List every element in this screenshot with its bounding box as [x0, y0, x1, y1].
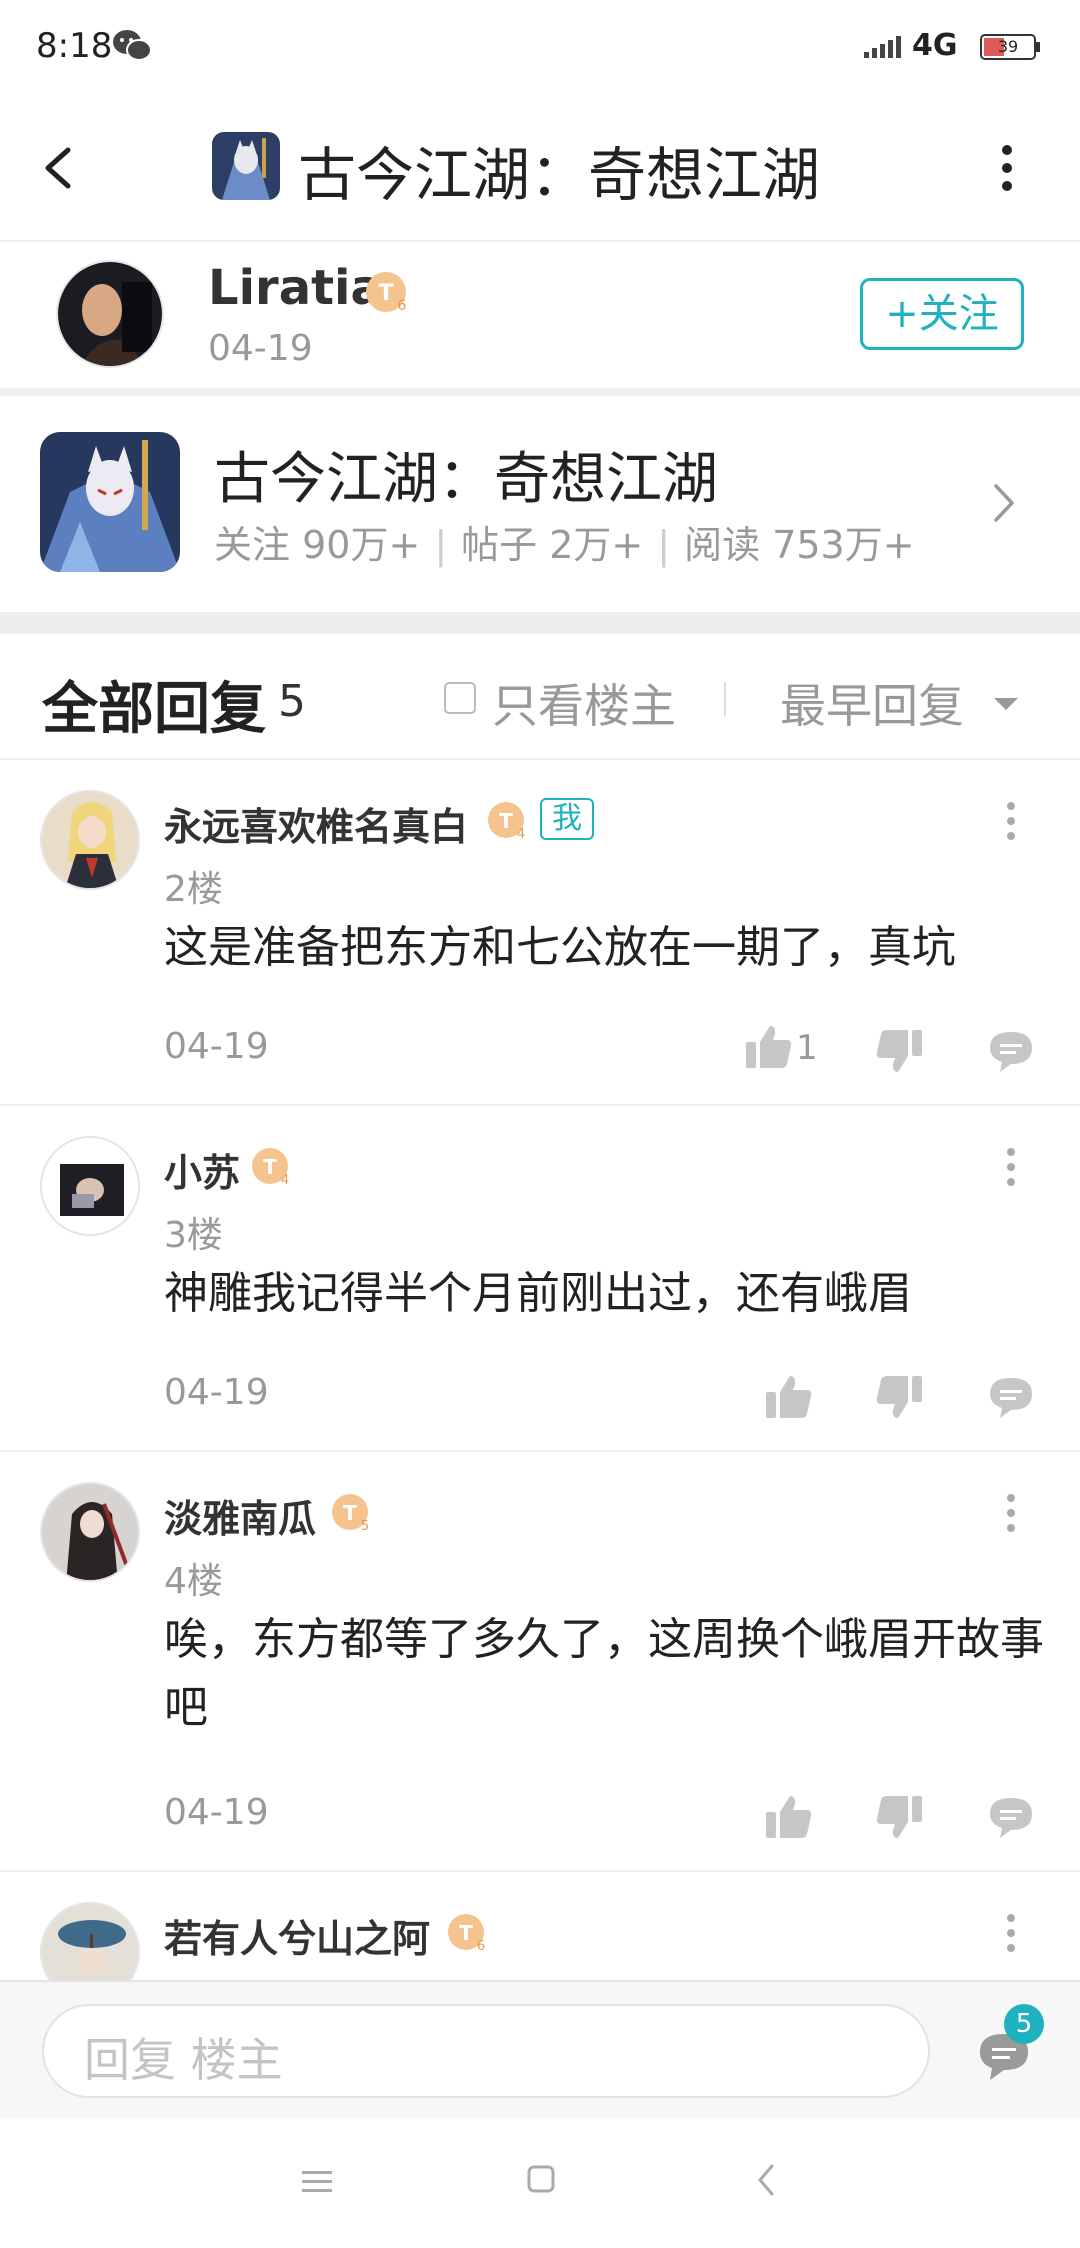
replies-header: 全部回复 5 只看楼主 最早回复 [0, 634, 1080, 760]
back-arrow-icon[interactable] [36, 138, 86, 198]
thumbs-down-icon[interactable] [874, 1794, 924, 1840]
forum-name: 古今江湖：奇想江湖 [214, 447, 718, 512]
follow-button[interactable]: +关注 [860, 278, 1024, 350]
reply-content: 唉，东方都等了多久了，这周换个峨眉开故事吧 [164, 1614, 1044, 1733]
level-badge-icon: T 6 [448, 1914, 485, 1954]
reply-username[interactable]: 若有人兮山之阿 [164, 1908, 430, 1963]
post-author-row: Liratia T 6 04-19 +关注 [0, 242, 1080, 388]
forum-posts-value: 2万+ [549, 523, 644, 567]
reply-item: 小苏 T 4 3楼 神雕我记得半个月前刚出过，还有峨眉 04-19 [0, 1106, 1080, 1452]
status-bar: 8:18 4G 39 [0, 0, 1080, 94]
svg-text:T: T [343, 1501, 357, 1525]
replies-title: 全部回复 [42, 677, 266, 742]
reply-date: 04-19 [164, 1026, 269, 1067]
reply-bar: 回复 楼主 5 [0, 1980, 1080, 2118]
comment-icon[interactable] [986, 1794, 1036, 1840]
replies-count: 5 [278, 676, 306, 727]
signal-icon [864, 36, 901, 58]
game-app-icon [212, 132, 280, 200]
user-avatar[interactable] [40, 1902, 140, 1980]
section-divider [0, 612, 1080, 634]
forum-card[interactable]: 古今江湖：奇想江湖 关注 90万+ | 帖子 2万+ | 阅读 753万+ [0, 396, 1080, 612]
forum-icon [40, 432, 180, 572]
svg-text:5: 5 [361, 1519, 369, 1534]
user-avatar[interactable] [40, 1482, 140, 1582]
level-badge-icon: T 4 [488, 802, 525, 842]
svg-text:T: T [459, 1921, 473, 1945]
reply-item: 永远喜欢椎名真白 T 4 我 2楼 这是准备把东方和七公放在一期了，真坑 04-… [0, 760, 1080, 1106]
floor-number: 3楼 [164, 1215, 223, 1256]
sort-order-selector[interactable]: 最早回复 [780, 670, 964, 736]
menu-icon[interactable] [300, 2168, 334, 2196]
system-nav-bar [0, 2118, 1080, 2248]
level-badge-icon: T 5 [332, 1494, 369, 1534]
author-name[interactable]: Liratia [208, 260, 383, 316]
level-badge-icon: T 6 [366, 272, 407, 314]
more-options-icon[interactable] [998, 1142, 1024, 1192]
op-only-checkbox[interactable] [444, 682, 476, 714]
reply-username[interactable]: 小苏 [164, 1142, 240, 1197]
more-options-icon[interactable] [998, 1488, 1024, 1538]
reply-input[interactable]: 回复 楼主 [42, 2004, 930, 2098]
reply-input-placeholder: 回复 楼主 [84, 2033, 283, 2087]
forum-followers-label: 关注 [214, 523, 291, 567]
forum-followers-value: 90万+ [302, 523, 421, 567]
forum-stats: 关注 90万+ | 帖子 2万+ | 阅读 753万+ [214, 523, 915, 567]
forum-reads-value: 753万+ [772, 523, 915, 567]
reply-content: 这是准备把东方和七公放在一期了，真坑 [164, 922, 956, 973]
floor-number: 4楼 [164, 1561, 223, 1602]
svg-text:T: T [263, 1155, 277, 1179]
me-tag: 我 [540, 798, 594, 840]
comment-count-badge: 5 [1004, 2004, 1044, 2044]
thumbs-down-icon[interactable] [874, 1374, 924, 1420]
more-options-icon[interactable] [990, 138, 1024, 198]
reply-item: 若有人兮山之阿 T 6 [0, 1872, 1080, 1980]
level-badge-icon: T 4 [252, 1148, 289, 1188]
comment-icon[interactable] [986, 1028, 1036, 1074]
home-icon[interactable] [526, 2164, 556, 2194]
page-title: 古今江湖：奇想江湖 [298, 141, 821, 209]
more-options-icon[interactable] [998, 1908, 1024, 1958]
divider [0, 388, 1080, 396]
battery-icon: 39 [980, 34, 1042, 60]
thumbs-up-icon[interactable] [764, 1794, 814, 1840]
reply-content: 神雕我记得半个月前刚出过，还有峨眉 [164, 1268, 912, 1319]
battery-level: 39 [997, 37, 1019, 56]
top-header: 古今江湖：奇想江湖 [0, 94, 1080, 242]
svg-text:6: 6 [398, 298, 407, 314]
divider [724, 682, 726, 716]
forum-posts-label: 帖子 [461, 523, 538, 567]
reply-username[interactable]: 永远喜欢椎名真白 [164, 796, 468, 851]
reply-date: 04-19 [164, 1372, 269, 1413]
reply-username[interactable]: 淡雅南瓜 [164, 1488, 316, 1543]
user-avatar[interactable] [40, 1136, 140, 1236]
comment-icon[interactable] [986, 1374, 1036, 1420]
forum-reads-label: 阅读 [684, 523, 761, 567]
chevron-right-icon [994, 484, 1014, 522]
thumbs-up-icon[interactable] [764, 1374, 814, 1420]
svg-text:T: T [499, 809, 513, 833]
like-count: 1 [796, 1028, 818, 1068]
svg-text:4: 4 [281, 1173, 289, 1188]
svg-text:6: 6 [477, 1939, 485, 1954]
user-avatar[interactable] [40, 790, 140, 890]
caret-down-icon[interactable] [992, 696, 1020, 712]
svg-text:4: 4 [517, 827, 525, 842]
reply-item: 淡雅南瓜 T 5 4楼 唉，东方都等了多久了，这周换个峨眉开故事吧 04-19 [0, 1452, 1080, 1872]
wechat-notification-icon [113, 30, 152, 61]
network-type-label: 4G [912, 28, 958, 63]
more-options-icon[interactable] [998, 796, 1024, 846]
reply-date: 04-19 [164, 1792, 269, 1833]
thumbs-up-icon[interactable] [744, 1024, 794, 1070]
op-only-label[interactable]: 只看楼主 [492, 670, 676, 736]
thumbs-down-icon[interactable] [874, 1028, 924, 1074]
back-icon[interactable] [754, 2162, 778, 2198]
status-time: 8:18 [36, 26, 113, 66]
author-avatar[interactable] [56, 260, 164, 368]
svg-text:T: T [378, 281, 393, 306]
post-date: 04-19 [208, 328, 313, 369]
floor-number: 2楼 [164, 869, 223, 910]
